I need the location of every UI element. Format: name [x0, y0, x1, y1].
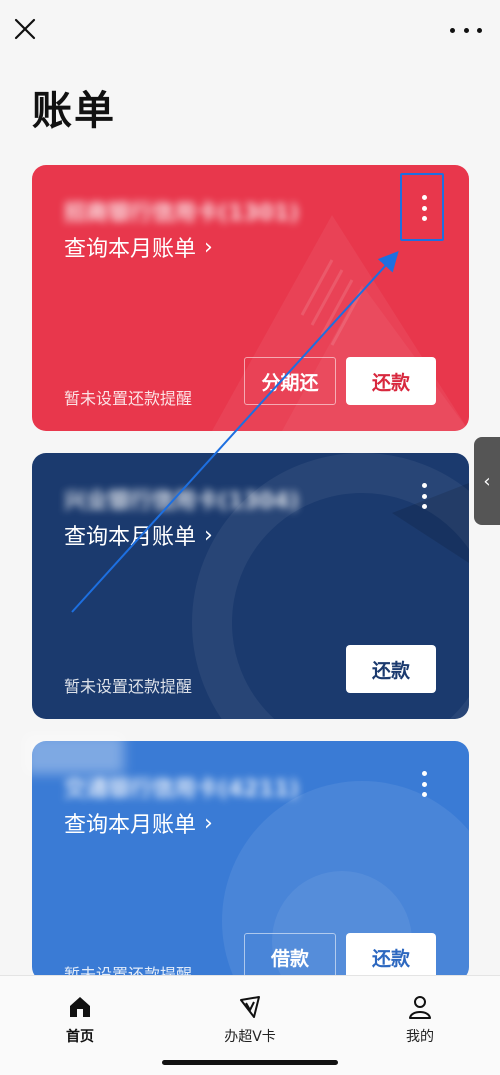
loan-button[interactable]: 借款: [244, 933, 336, 981]
query-bill-label: 查询本月账单: [64, 237, 197, 262]
blur-overlay: [24, 734, 124, 774]
close-button[interactable]: [12, 16, 40, 44]
annotation-highlight-box: [400, 173, 444, 241]
nav-mine-label: 我的: [406, 1029, 434, 1045]
nav-mine[interactable]: 我的: [360, 994, 480, 1046]
chevron-right-icon: ›: [204, 522, 213, 548]
home-icon: [70, 997, 90, 1017]
repay-button[interactable]: 还款: [346, 933, 436, 981]
chevron-right-icon: ›: [204, 234, 213, 260]
close-icon: [14, 18, 36, 40]
repay-button[interactable]: 还款: [346, 645, 436, 693]
side-collapse-tab[interactable]: ‹: [474, 437, 500, 525]
bill-card-3: 交通银行信用卡(4211) 查询本月账单 › 暂未设置还款提醒 借款 还款: [32, 741, 469, 981]
nav-home[interactable]: 首页: [20, 994, 140, 1046]
card-more-button[interactable]: [411, 769, 437, 799]
more-vertical-icon: [421, 771, 427, 776]
repay-button[interactable]: 还款: [346, 357, 436, 405]
card-more-button[interactable]: [411, 481, 437, 511]
bank-name: 招商银行信用卡(1301): [64, 201, 300, 226]
user-icon: [409, 996, 431, 1019]
query-bill-label: 查询本月账单: [64, 525, 197, 550]
query-bill-link[interactable]: 查询本月账单 ›: [64, 807, 213, 839]
query-bill-link[interactable]: 查询本月账单 ›: [64, 519, 213, 551]
bank-name: 交通银行信用卡(4211): [64, 777, 300, 802]
more-menu-button[interactable]: [450, 18, 482, 42]
v-card-icon: [240, 996, 260, 1018]
more-vertical-icon: [421, 483, 427, 488]
chevron-right-icon: ›: [204, 810, 213, 836]
bank-name: 兴业银行信用卡(1304): [64, 489, 300, 514]
page-title: 账单: [32, 88, 116, 134]
repayment-reminder[interactable]: 暂未设置还款提醒: [64, 385, 192, 409]
more-horizontal-icon: [450, 27, 455, 33]
top-bar: [0, 0, 500, 62]
query-bill-link[interactable]: 查询本月账单 ›: [64, 231, 213, 263]
installment-button[interactable]: 分期还: [244, 357, 336, 405]
chevron-left-icon: ‹: [483, 470, 491, 492]
home-indicator: [162, 1060, 338, 1065]
repayment-reminder[interactable]: 暂未设置还款提醒: [64, 673, 192, 697]
nav-v-card[interactable]: 办超V卡: [190, 994, 310, 1046]
nav-home-label: 首页: [66, 1029, 94, 1045]
query-bill-label: 查询本月账单: [64, 813, 197, 838]
nav-v-card-label: 办超V卡: [224, 1029, 276, 1045]
bill-card-2: 兴业银行信用卡(1304) 查询本月账单 › 暂未设置还款提醒 还款: [32, 453, 469, 719]
